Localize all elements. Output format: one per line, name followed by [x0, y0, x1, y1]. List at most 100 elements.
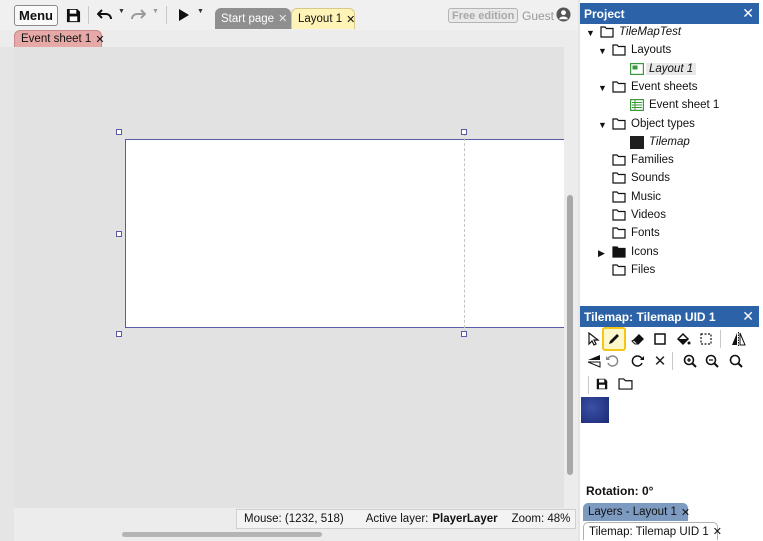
layout-canvas[interactable] — [14, 47, 564, 508]
rotate-cw-icon[interactable] — [628, 351, 648, 371]
resize-handle[interactable] — [116, 129, 122, 135]
tab-layers[interactable]: Layers - Layout 1 ✕ — [583, 503, 690, 521]
panel-title: Project — [584, 6, 625, 21]
close-icon[interactable]: ✕ — [681, 506, 690, 519]
undo-dropdown-icon[interactable]: ▼ — [118, 8, 125, 15]
resize-handle[interactable] — [461, 331, 467, 337]
tab-start-page[interactable]: Start page ✕ — [215, 8, 291, 29]
folder-icon — [612, 264, 626, 279]
tree-item[interactable]: Layout 1 — [580, 61, 759, 79]
tree-item[interactable]: ▼ Event sheets — [580, 79, 759, 97]
redo-icon[interactable] — [128, 5, 148, 25]
tree-item[interactable]: ▼ Layouts — [580, 42, 759, 60]
tree-item[interactable]: Event sheet 1 — [580, 97, 759, 115]
tab-label: Layout 1 — [298, 13, 343, 25]
main-toolbar: Menu ▼ ▼ ▼ Start page ✕ Layout 1 ✕ Free … — [0, 0, 578, 30]
open-folder-icon[interactable] — [615, 374, 635, 394]
tree-item[interactable]: Files — [580, 262, 759, 280]
tool-divider — [720, 330, 721, 348]
tree-item[interactable]: ▶ Icons — [580, 244, 759, 262]
tree-item[interactable]: Fonts — [580, 225, 759, 243]
active-layer-label: Active layer: — [365, 513, 429, 525]
flip-horizontal-icon[interactable] — [728, 329, 748, 349]
layout-area[interactable] — [125, 139, 564, 328]
resize-handle[interactable] — [116, 331, 122, 337]
collapse-arrow-icon[interactable]: ▶ — [598, 248, 605, 259]
save-tileset-icon[interactable] — [592, 374, 612, 394]
menu-button[interactable]: Menu — [14, 5, 58, 26]
expand-arrow-icon[interactable]: ▼ — [598, 120, 607, 130]
tab-layout-1[interactable]: Layout 1 ✕ — [291, 8, 355, 29]
tab-tilemap[interactable]: Tilemap: Tilemap UID 1 ✕ — [583, 522, 722, 540]
tileset-preview[interactable] — [581, 397, 609, 423]
project-panel-header: Project ✕ — [580, 3, 759, 24]
close-icon[interactable]: ✕ — [346, 13, 355, 26]
zoom-reset-icon[interactable] — [702, 351, 722, 371]
tree-item[interactable]: Sounds — [580, 170, 759, 188]
close-icon[interactable]: ✕ — [713, 525, 722, 538]
expand-arrow-icon[interactable]: ▼ — [598, 46, 607, 56]
resize-handle[interactable] — [116, 231, 122, 237]
play-icon[interactable] — [176, 5, 192, 25]
tab-label: Tilemap: Tilemap UID 1 — [589, 525, 709, 538]
redo-dropdown-icon[interactable]: ▼ — [152, 8, 159, 15]
tree-item-label: Sounds — [631, 172, 671, 185]
tree-item-label: Fonts — [631, 227, 660, 240]
vertical-scrollbar[interactable] — [564, 47, 578, 508]
tree-item[interactable]: Music — [580, 189, 759, 207]
resize-handle[interactable] — [461, 129, 467, 135]
mouse-position: Mouse: (1232, 518) — [244, 513, 344, 525]
folder-icon — [612, 117, 626, 133]
expand-arrow-icon[interactable]: ▼ — [586, 28, 595, 38]
rectangle-icon[interactable] — [650, 329, 670, 349]
eraser-icon[interactable] — [628, 329, 648, 349]
close-icon[interactable]: ✕ — [95, 33, 104, 46]
expand-arrow-icon[interactable]: ▼ — [598, 83, 607, 93]
tree-item-label: Object types — [631, 117, 695, 130]
free-edition-badge[interactable]: Free edition — [448, 8, 519, 23]
tab-label: Layers - Layout 1 — [588, 506, 677, 518]
flip-vertical-icon[interactable] — [584, 351, 604, 371]
pointer-icon[interactable] — [584, 329, 604, 349]
zoom-in-icon[interactable] — [680, 351, 700, 371]
scrollbar-thumb[interactable] — [567, 195, 573, 475]
event-sheet-icon — [630, 99, 645, 114]
panel-title: Tilemap: Tilemap UID 1 — [584, 309, 716, 324]
close-icon[interactable]: ✕ — [742, 308, 754, 325]
folder-icon — [612, 227, 626, 242]
user-name[interactable]: Guest — [522, 9, 554, 23]
tab-label: Event sheet 1 — [21, 33, 92, 45]
tree-item-label: Families — [631, 154, 674, 167]
tree-item[interactable]: ▼ TileMapTest — [580, 24, 759, 42]
zoom-out-icon[interactable] — [726, 351, 746, 371]
tree-item[interactable]: Videos — [580, 207, 759, 225]
tree-item-label: Files — [631, 263, 656, 276]
save-icon[interactable] — [64, 5, 82, 25]
tree-item[interactable]: Families — [580, 152, 759, 170]
tree-item[interactable]: ▼ Object types — [580, 116, 759, 134]
folder-icon — [612, 154, 626, 169]
tab-event-sheet-1[interactable]: Event sheet 1 ✕ — [14, 30, 105, 47]
close-icon[interactable]: ✕ — [742, 5, 754, 22]
tool-divider — [672, 352, 673, 370]
tree-item-label: Layouts — [631, 44, 672, 57]
toolbar-divider — [166, 6, 167, 24]
zoom-level: Zoom: 48% — [511, 513, 571, 525]
close-icon[interactable]: ✕ — [278, 12, 287, 25]
tilemap-icon — [630, 135, 644, 152]
select-area-icon[interactable] — [696, 329, 716, 349]
clear-icon[interactable]: ✕ — [650, 351, 670, 371]
tree-item[interactable]: Tilemap — [580, 134, 759, 152]
play-dropdown-icon[interactable]: ▼ — [197, 8, 204, 15]
horizontal-scrollbar-thumb[interactable] — [122, 532, 322, 537]
user-account-icon[interactable] — [556, 7, 571, 25]
pencil-icon[interactable] — [602, 327, 626, 351]
tree-item-label: Layout 1 — [646, 62, 697, 75]
rotate-ccw-icon[interactable] — [602, 351, 622, 371]
status-bar: Mouse: (1232, 518) Active layer: PlayerL… — [14, 508, 578, 541]
tree-item-label: Videos — [631, 209, 666, 221]
tree-item-label: Event sheets — [631, 80, 698, 93]
status-readout: Mouse: (1232, 518) Active layer: PlayerL… — [236, 509, 576, 529]
undo-icon[interactable] — [95, 5, 115, 25]
fill-icon[interactable] — [673, 329, 693, 349]
